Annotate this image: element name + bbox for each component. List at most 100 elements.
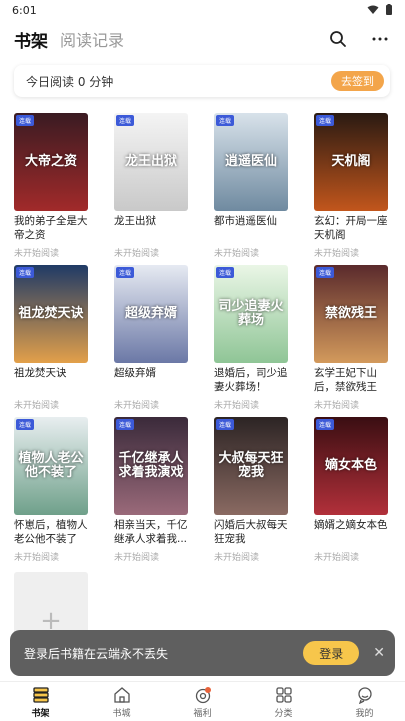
book-cover[interactable]: 连载逍遥医仙 bbox=[214, 113, 288, 211]
book-title: 相亲当天，千亿继承人求着我... bbox=[114, 519, 188, 545]
book-item[interactable]: 连载禁欲残王玄学王妃下山后，禁欲残王宠... 未开始阅读 bbox=[314, 265, 388, 417]
cover-title: 植物人老公他不装了 bbox=[18, 450, 84, 480]
serial-tag: 连载 bbox=[316, 267, 335, 278]
cover-title: 超级弃婿 bbox=[124, 305, 177, 321]
more-icon[interactable] bbox=[369, 28, 391, 50]
serial-tag: 连载 bbox=[116, 267, 135, 278]
book-title: 退婚后，司少追妻火葬场！ bbox=[214, 367, 288, 393]
serial-tag: 连载 bbox=[116, 115, 135, 126]
book-cover[interactable]: 连载龙王出狱 bbox=[114, 113, 188, 211]
book-title: 我的弟子全是大帝之资 bbox=[14, 215, 88, 241]
book-title: 都市逍遥医仙 bbox=[214, 215, 277, 227]
store-icon bbox=[113, 685, 131, 705]
book-item[interactable]: 连载大帝之资我的弟子全是大帝之资未开始阅读 bbox=[14, 113, 88, 265]
cover-title: 龙王出狱 bbox=[124, 153, 177, 169]
book-cover[interactable]: 连载 大叔每天狂宠我 bbox=[214, 417, 288, 515]
book-title: 闪婚后大叔每天狂宠我 bbox=[214, 519, 288, 545]
book-status: 未开始阅读 bbox=[214, 553, 260, 563]
search-icon[interactable] bbox=[327, 28, 349, 50]
book-cover[interactable]: 连载千亿继承人求着我演戏 bbox=[114, 417, 188, 515]
close-icon[interactable]: ✕ bbox=[373, 645, 385, 661]
serial-tag: 连载 bbox=[16, 419, 35, 430]
login-banner: 登录后书籍在云端永不丢失 登录 ✕ bbox=[10, 630, 395, 676]
book-title: 龙王出狱 bbox=[114, 215, 156, 227]
serial-tag: 连载 bbox=[316, 419, 335, 430]
tab-bookshelf[interactable]: 书架 bbox=[14, 27, 48, 52]
book-item[interactable]: 连载 祖龙焚天诀 祖龙焚天诀 未开始阅读 bbox=[14, 265, 88, 417]
book-cover[interactable]: 连载 司少追妻火葬场 bbox=[214, 265, 288, 363]
book-title: 超级弃婿 bbox=[114, 367, 156, 379]
book-status: 未开始阅读 bbox=[314, 553, 360, 563]
cover-title: 大叔每天狂宠我 bbox=[218, 450, 284, 480]
book-cover[interactable]: 连载嫡女本色 bbox=[314, 417, 388, 515]
signin-button[interactable]: 去签到 bbox=[331, 71, 384, 91]
cover-title: 逍遥医仙 bbox=[224, 153, 277, 169]
cover-title: 嫡女本色 bbox=[324, 457, 377, 473]
nav-profile[interactable]: 我的 bbox=[335, 685, 395, 719]
book-title: 祖龙焚天诀 bbox=[14, 367, 67, 379]
top-header: 书架 阅读记录 bbox=[0, 22, 405, 56]
nav-label-store: 书城 bbox=[112, 708, 131, 719]
nav-label-bookshelf: 书架 bbox=[31, 708, 50, 719]
book-cover[interactable]: 连载 天机阁 bbox=[314, 113, 388, 211]
serial-tag: 连载 bbox=[116, 419, 135, 430]
book-item[interactable]: 连载司少追妻火葬场退婚后，司少追妻火葬场！ 未开始阅读 bbox=[214, 265, 288, 417]
status-bar: 6:01 bbox=[0, 0, 405, 20]
reading-time-text: 今日阅读 0 分钟 bbox=[26, 74, 114, 89]
cover-title: 禁欲残王 bbox=[324, 305, 377, 321]
book-item[interactable]: 连载千亿继承人求着我演戏相亲当天，千亿继承人求着我... 未开始阅读 bbox=[114, 417, 188, 569]
book-item[interactable]: 连载嫡女本色嫡婿之嫡女本色 未开始阅读 bbox=[314, 417, 388, 569]
book-status: 未开始阅读 bbox=[14, 401, 60, 411]
battery-icon bbox=[386, 4, 392, 15]
book-cover[interactable]: 连载禁欲残王 bbox=[314, 265, 388, 363]
book-status: 未开始阅读 bbox=[114, 401, 160, 411]
reading-time-card: 今日阅读 0 分钟 去签到 bbox=[14, 65, 390, 97]
serial-tag: 连载 bbox=[216, 267, 235, 278]
gift-icon bbox=[194, 685, 212, 705]
cover-title: 千亿继承人求着我演戏 bbox=[118, 450, 184, 480]
book-status: 未开始阅读 bbox=[314, 401, 360, 411]
serial-tag: 连载 bbox=[16, 115, 35, 126]
serial-tag: 连载 bbox=[216, 115, 235, 126]
bottom-nav: 书架 书城 福利 分类 我的 bbox=[0, 681, 405, 721]
book-title: 玄学王妃下山后，禁欲残王宠... bbox=[314, 367, 377, 393]
book-status: 未开始阅读 bbox=[314, 249, 360, 259]
book-grid: 连载 大帝之资 我的弟子全是大帝之资 未开始阅读 连载 龙王出狱 龙王出狱 未开始阅读 连载 逍遥… bbox=[14, 113, 390, 569]
nav-welfare[interactable]: 福利 bbox=[173, 685, 233, 719]
book-item[interactable]: 连载逍遥医仙都市逍遥医仙 未开始阅读 bbox=[214, 113, 288, 265]
nav-category[interactable]: 分类 bbox=[254, 685, 314, 719]
book-item[interactable]: 连载 大叔每天狂宠我闪婚后大叔每天狂宠我未开始阅读 bbox=[214, 417, 288, 569]
serial-tag: 连载 bbox=[316, 115, 335, 126]
nav-label-welfare: 福利 bbox=[193, 708, 212, 719]
nav-label-category: 分类 bbox=[274, 708, 293, 719]
book-title: 嫡婿之嫡女本色 bbox=[314, 519, 388, 531]
status-icons bbox=[367, 4, 393, 16]
bookshelf-icon bbox=[32, 685, 50, 705]
book-item[interactable]: 连载 龙王出狱 龙王出狱 未开始阅读 bbox=[114, 113, 188, 265]
book-cover[interactable]: 连载超级弃婿 bbox=[114, 265, 188, 363]
nav-bookshelf[interactable]: 书架 bbox=[11, 685, 71, 719]
book-cover[interactable]: 连载大帝之资 bbox=[14, 113, 88, 211]
status-time: 6:01 bbox=[12, 3, 37, 17]
book-item[interactable]: 连载 天机阁 玄幻：开局一座天机阁 未开始阅读 bbox=[314, 113, 388, 265]
cover-title: 大帝之资 bbox=[24, 153, 77, 169]
book-cover[interactable]: 连载 祖龙焚天诀 bbox=[14, 265, 88, 363]
book-status: 未开始阅读 bbox=[214, 249, 260, 259]
cover-title: 司少追妻火葬场 bbox=[218, 298, 284, 328]
nav-store[interactable]: 书城 bbox=[92, 685, 152, 719]
book-status: 未开始阅读 bbox=[114, 553, 160, 563]
book-title: 怀崽后，植物人老公他不装了 bbox=[14, 519, 88, 545]
cover-title: 祖龙焚天诀 bbox=[18, 305, 84, 321]
login-banner-text: 登录后书籍在云端永不丢失 bbox=[24, 646, 169, 661]
category-icon bbox=[275, 685, 293, 705]
book-status: 未开始阅读 bbox=[14, 249, 60, 259]
nav-label-profile: 我的 bbox=[355, 708, 374, 719]
book-status: 未开始阅读 bbox=[114, 249, 160, 259]
login-button[interactable]: 登录 bbox=[303, 641, 360, 665]
book-status: 未开始阅读 bbox=[214, 401, 260, 411]
book-item[interactable]: 连载植物人老公他不装了怀崽后，植物人老公他不装了未开始阅读 bbox=[14, 417, 88, 569]
book-status: 未开始阅读 bbox=[14, 553, 60, 563]
book-cover[interactable]: 连载植物人老公他不装了 bbox=[14, 417, 88, 515]
tab-reading-history[interactable]: 阅读记录 bbox=[60, 27, 124, 51]
book-item[interactable]: 连载 超级弃婿 超级弃婿 未开始阅读 bbox=[114, 265, 188, 417]
